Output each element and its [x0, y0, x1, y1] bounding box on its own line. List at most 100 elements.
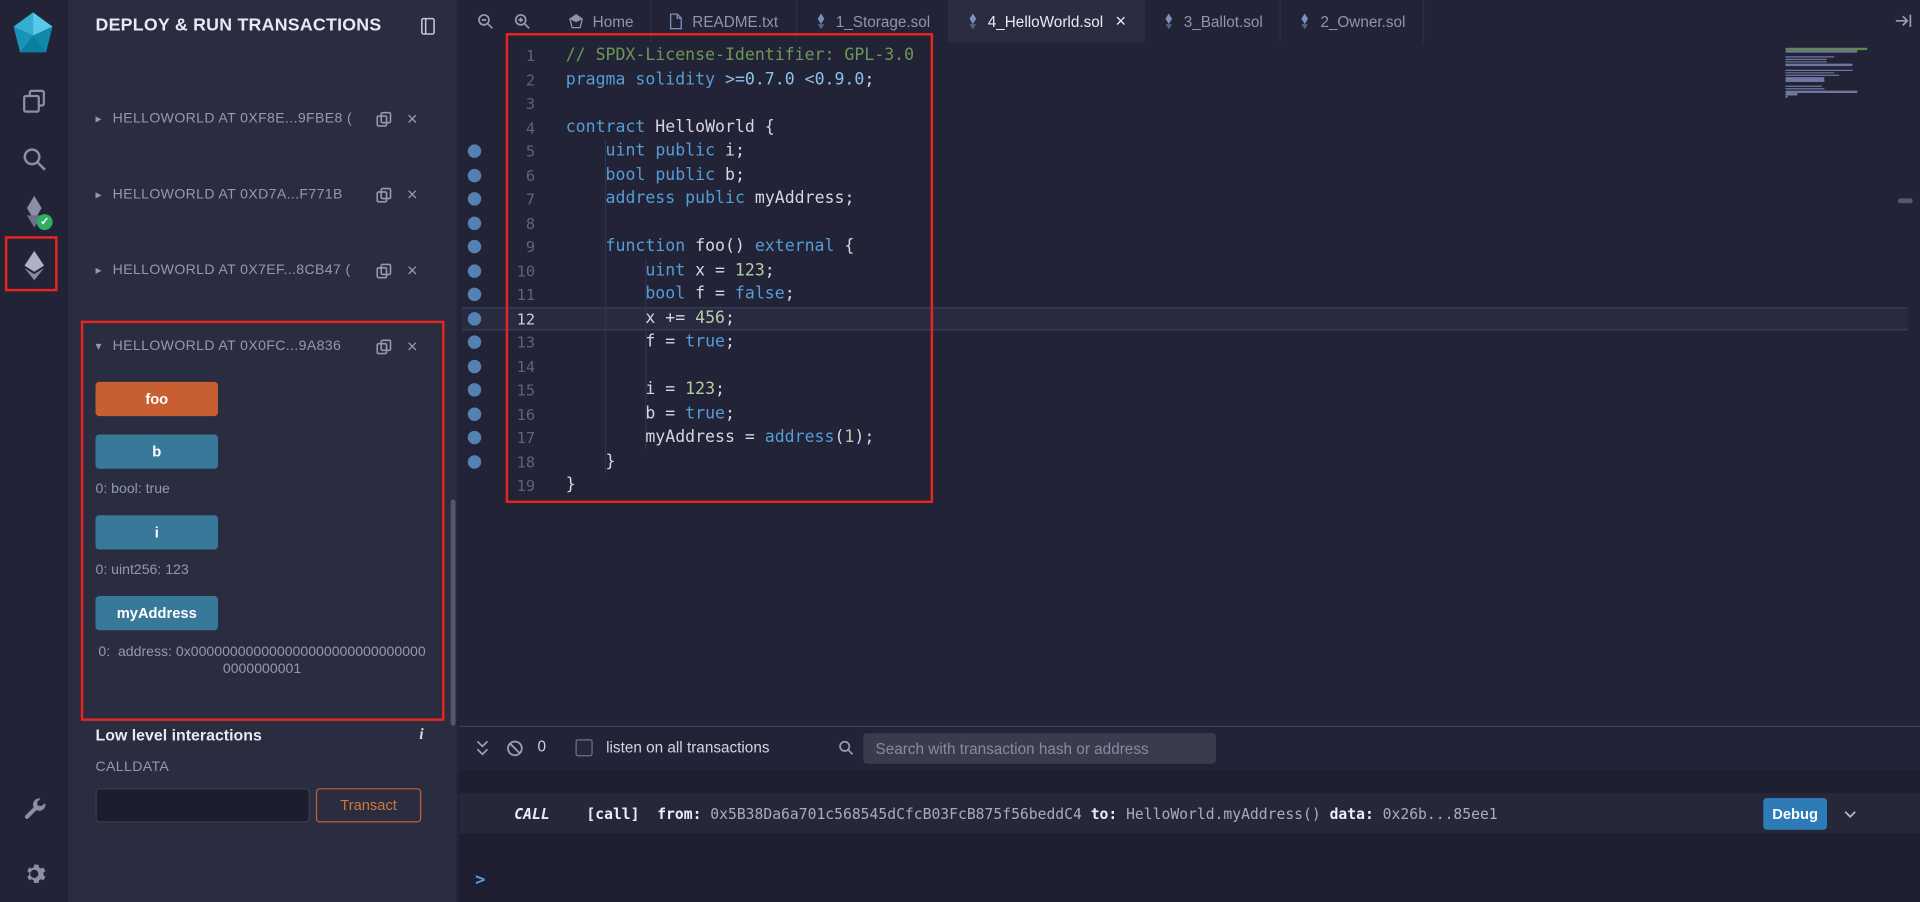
tab-label: 1_Storage.sol: [835, 12, 931, 30]
contract-header[interactable]: ▾ HELLOWORLD AT 0X0FC...9A836 ×: [96, 329, 418, 363]
calldata-input[interactable]: [95, 788, 310, 823]
line-number[interactable]: 2: [459, 68, 535, 92]
editor-scrollbar[interactable]: [1897, 198, 1913, 204]
line-number[interactable]: 16: [459, 402, 535, 426]
close-tab-icon[interactable]: ×: [1115, 12, 1126, 30]
contract-function-button-myAddress[interactable]: myAddress: [95, 596, 218, 631]
tab-Home[interactable]: Home: [551, 0, 652, 43]
line-number[interactable]: 10: [459, 259, 535, 283]
transaction-log-row[interactable]: CALL [call] from: 0x5B38Da6a701c568545dC…: [459, 793, 1920, 834]
line-number[interactable]: 9: [459, 235, 535, 259]
contract-function-button-i[interactable]: i: [95, 515, 218, 550]
chevron-right-icon[interactable]: ▸: [96, 264, 113, 277]
plugin-manager-icon[interactable]: [0, 788, 67, 830]
settings-icon[interactable]: [0, 853, 67, 895]
debug-button[interactable]: Debug: [1763, 797, 1827, 830]
terminal-log: CALL [call] from: 0x5B38Da6a701c568545dC…: [459, 769, 1920, 902]
home-icon: [568, 13, 584, 29]
transaction-search-input[interactable]: [863, 733, 1216, 764]
tab-2_Owner.sol[interactable]: 2_Owner.sol: [1281, 0, 1424, 43]
code-line: bool public b;: [605, 164, 745, 185]
contract-function-button-b[interactable]: b: [95, 434, 218, 469]
remove-contract-icon[interactable]: ×: [407, 261, 418, 279]
file-explorer-icon[interactable]: [0, 81, 67, 123]
contract-function-button-foo[interactable]: foo: [95, 381, 218, 417]
remove-contract-icon[interactable]: ×: [407, 337, 418, 355]
line-number[interactable]: 14: [459, 354, 535, 378]
search-icon[interactable]: [0, 138, 67, 180]
editor-tabbar: Home README.txt 1_Storage.sol 4_HelloWorld.…: [459, 0, 1920, 43]
minimap[interactable]: [1785, 45, 1893, 98]
line-number[interactable]: 13: [459, 330, 535, 354]
terminal-prompt[interactable]: >: [475, 870, 485, 890]
log-text: [call] from: 0x5B38Da6a701c568545dCfcB03…: [586, 805, 1497, 822]
remove-contract-icon[interactable]: ×: [407, 185, 418, 203]
remix-logo-icon[interactable]: [10, 10, 57, 57]
low-level-title: Low level interactions: [95, 725, 262, 744]
chevron-down-icon[interactable]: ▾: [96, 340, 113, 353]
contract-header[interactable]: ▸ HELLOWORLD AT 0XF8E...9FBE8 (×: [96, 102, 418, 136]
tab-3_Ballot.sol[interactable]: 3_Ballot.sol: [1145, 0, 1282, 43]
line-number[interactable]: 7: [459, 187, 535, 211]
line-number[interactable]: 11: [459, 283, 535, 307]
code-line: i = 123;: [565, 379, 725, 399]
tab-label: 3_Ballot.sol: [1183, 12, 1263, 30]
line-number[interactable]: 18: [459, 450, 535, 474]
transact-button[interactable]: Transact: [315, 788, 422, 823]
zoom-in-icon[interactable]: [513, 12, 531, 30]
line-number[interactable]: 17: [459, 426, 535, 450]
terminal-search-icon: [838, 739, 855, 756]
contract-item: ▾ HELLOWORLD AT 0X0FC...9A836 × foo b 0: bool…: [95, 329, 426, 678]
code-line: uint public i;: [605, 140, 745, 161]
file-icon: [669, 13, 684, 30]
listen-all-transactions-checkbox[interactable]: [575, 739, 593, 757]
zoom-out-icon[interactable]: [476, 12, 494, 30]
clear-console-icon[interactable]: [506, 739, 524, 757]
panel-title: DEPLOY & RUN TRANSACTIONS: [95, 15, 382, 36]
chevron-right-icon[interactable]: ▸: [96, 112, 113, 125]
line-number[interactable]: 12: [459, 307, 535, 331]
tab-scroll-right-icon[interactable]: [1894, 13, 1912, 28]
log-segment: to:: [1081, 804, 1127, 822]
contract-header[interactable]: ▸ HELLOWORLD AT 0X7EF...8CB47 (×: [96, 253, 418, 287]
tab-list: Home README.txt 1_Storage.sol 4_HelloWorld.…: [551, 0, 1424, 43]
solidity-icon: [1162, 13, 1175, 30]
terminal-resize-icon[interactable]: [474, 739, 491, 756]
contract-body: foo b 0: bool: true i 0: uint256: 123 myAddre…: [95, 381, 426, 678]
tab-label: README.txt: [692, 12, 779, 30]
line-number[interactable]: 19: [459, 474, 535, 498]
line-number[interactable]: 4: [459, 116, 535, 140]
remove-contract-icon[interactable]: ×: [407, 110, 418, 128]
sidepanel-scrollbar[interactable]: [450, 499, 456, 726]
code-line: contract HelloWorld {: [565, 116, 775, 137]
tab-4_HelloWorld.sol[interactable]: 4_HelloWorld.sol ×: [948, 0, 1145, 43]
transaction-count-badge: 0: [537, 738, 547, 756]
tab-1_Storage.sol[interactable]: 1_Storage.sol: [797, 0, 949, 43]
calldata-label: CALLDATA: [95, 760, 170, 775]
log-expand-icon[interactable]: [1842, 805, 1859, 822]
tab-label: Home: [592, 12, 634, 30]
contract-item: ▸ HELLOWORLD AT 0XD7A...F771B ×: [96, 177, 418, 211]
copy-address-icon[interactable]: [376, 187, 392, 203]
line-number[interactable]: 5: [459, 140, 535, 164]
contract-header[interactable]: ▸ HELLOWORLD AT 0XD7A...F771B ×: [96, 177, 418, 211]
code-editor[interactable]: 1 2 3 4 5 6 7 8 9 10 11 12 13 14 15 16 17 18 19 // SPDX-Li…: [459, 42, 1920, 726]
line-number[interactable]: 8: [459, 211, 535, 235]
copy-address-icon[interactable]: [376, 338, 392, 354]
line-number[interactable]: 15: [459, 378, 535, 402]
line-number[interactable]: 3: [459, 92, 535, 116]
solidity-compiler-icon[interactable]: ✓: [0, 191, 67, 233]
tab-README.txt[interactable]: README.txt: [652, 0, 797, 43]
copy-address-icon[interactable]: [376, 111, 392, 127]
deploy-run-icon[interactable]: [0, 245, 67, 287]
copy-address-icon[interactable]: [376, 263, 392, 279]
chevron-right-icon[interactable]: ▸: [96, 188, 113, 201]
solidity-icon: [1298, 13, 1311, 30]
log-segment: 0x26b...85ee1: [1382, 804, 1498, 822]
info-icon[interactable]: i: [419, 725, 423, 745]
tab-label: 4_HelloWorld.sol: [987, 12, 1104, 30]
code-line: pragma solidity >=0.7.0 <0.9.0;: [565, 69, 875, 89]
journal-icon[interactable]: [419, 17, 437, 35]
line-number[interactable]: 1: [459, 44, 535, 68]
line-number[interactable]: 6: [459, 163, 535, 187]
